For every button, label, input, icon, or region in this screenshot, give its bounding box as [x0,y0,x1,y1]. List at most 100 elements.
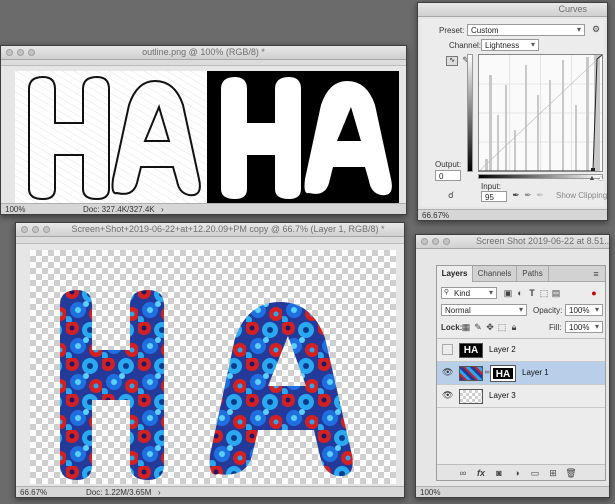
status-bar: 100% [416,486,609,497]
curves-window: Curves Preset: Custom ⚙ Channel: Lightne… [417,2,608,221]
white-point-slider-icon[interactable]: ▲ [597,173,605,185]
window-title: Screen+Shot+2019-06-22+at+12.20.09+PM co… [71,224,385,234]
output-label: Output: [435,160,462,169]
outline-letters-svg [28,75,201,201]
opacity-field[interactable]: 100% [565,304,603,316]
preset-select[interactable]: Custom [467,24,585,36]
layer-thumbnail: HA [459,343,483,358]
panel-footer: ∞ fx ◙ ◑ ▭ ⊞ 🗑︎ [437,464,605,480]
document-window: Screen+Shot+2019-06-22+at+12.20.09+PM co… [15,222,405,498]
canvas-outline[interactable] [15,71,399,203]
filter-toggle-icon[interactable]: ● [589,287,599,299]
eye-icon[interactable]: 👁︎ [442,390,453,401]
lock-position-icon[interactable]: ✥ [485,321,495,333]
ruler-top [1,60,406,66]
outline-letter-a [111,79,201,197]
tab-layers[interactable]: Layers [437,266,473,282]
preset-label: Preset: [439,26,465,35]
pixel-filter-icon[interactable]: ▣ [503,287,513,299]
show-clipping-label[interactable]: Show Clipping [556,191,607,200]
title-bar[interactable]: Screen Shot 2019-06-22 at 8.51... [416,235,609,249]
flower-letter-h [60,290,164,480]
gray-eyedropper-icon[interactable]: ✒ [523,189,533,201]
input-label: Input: [481,182,502,191]
layer-thumbnail [459,389,483,404]
doc-size[interactable]: Doc: 327.4K/327.4K [83,205,155,214]
black-eyedropper-icon[interactable]: ✒ [511,189,521,201]
title-bar[interactable]: Curves [418,3,607,17]
window-title: Curves [558,4,587,14]
settings-icon[interactable]: ⚙ [590,23,602,35]
fill-field[interactable]: 100% [565,321,603,333]
link-icon[interactable]: ∞ [484,367,490,379]
flower-letter-a [209,302,353,477]
point-curve-tool[interactable]: ∿ [446,56,458,66]
window-title: outline.png @ 100% (RGB/8) * [142,47,265,57]
opacity-label: Opacity: [533,306,563,315]
layer-name[interactable]: Layer 1 [522,368,549,377]
title-bar[interactable]: Screen+Shot+2019-06-22+at+12.20.09+PM co… [16,223,404,237]
panel-menu-icon[interactable]: ≡ [591,268,601,280]
outline-artboard [15,71,207,203]
tab-paths[interactable]: Paths [517,266,549,282]
doc-size[interactable]: Doc: 1.22M/3.65M [86,488,151,497]
desktop: { "outline_window": { "title": "outline.… [0,0,615,504]
lock-label: Lock: [441,323,463,332]
status-arrow-icon[interactable]: › [158,488,161,497]
trash-icon[interactable]: 🗑︎ [565,467,577,479]
blend-mode-select[interactable]: Normal [441,304,527,316]
layers-panel: Layers Channels Paths ≡ Kind ⚲ ▣ ◐ T ⬚ ▤… [436,265,606,481]
fx-icon[interactable]: fx [475,467,487,479]
outline-window: outline.png @ 100% (RGB/8) * 100% Doc: 3… [0,45,407,215]
status-bar: 66.67% [418,209,607,220]
layer-name[interactable]: Layer 3 [489,391,516,400]
mask-letter-a [304,81,392,196]
layer-list: HA Layer 2 👁︎ ∞ HA Layer 1 👁︎ Layer 3 [437,338,605,410]
smart-object-filter-icon[interactable]: ▤ [551,287,561,299]
layer-row-layer-3[interactable]: 👁︎ Layer 3 [437,385,605,408]
input-field[interactable]: 95 [481,191,507,202]
layer-row-layer-1[interactable]: 👁︎ ∞ HA Layer 1 [437,362,605,385]
lock-artboard-icon[interactable]: ⬚ [497,321,507,333]
group-icon[interactable]: ▭ [529,467,541,479]
white-eyedropper-icon[interactable]: ✒ [535,189,545,201]
layer-thumbnail [459,366,483,381]
layer-name[interactable]: Layer 2 [489,345,516,354]
type-filter-icon[interactable]: T [527,287,537,299]
mask-icon[interactable]: ◙ [493,467,505,479]
adjustment-icon[interactable]: ◑ [511,467,523,479]
zoom-level[interactable]: 100% [420,488,440,497]
canvas[interactable] [30,250,396,484]
tab-channels[interactable]: Channels [473,266,517,282]
outline-letter-h [28,75,110,201]
adjustment-filter-icon[interactable]: ◐ [515,287,525,299]
curves-graph[interactable] [478,54,603,172]
eye-icon[interactable]: 👁︎ [442,367,453,378]
black-point-slider-icon[interactable]: ▲ [588,173,596,185]
layers-window: Screen Shot 2019-06-22 at 8.51... Layers… [415,234,610,498]
layer-row-layer-2[interactable]: HA Layer 2 [437,339,605,362]
zoom-level[interactable]: 66.67% [422,211,449,220]
title-bar[interactable]: outline.png @ 100% (RGB/8) * [1,46,406,60]
lock-pixels-icon[interactable]: ✎ [473,321,483,333]
ruler-top [16,237,404,244]
curves-graph-svg [478,54,603,172]
target-adjust-icon[interactable]: ☌ [445,189,457,201]
channel-select[interactable]: Lightness [481,39,539,51]
zoom-level[interactable]: 66.67% [20,488,47,497]
link-layers-icon[interactable]: ∞ [457,467,469,479]
panel-tabs: Layers Channels Paths ≡ [437,266,605,282]
status-arrow-icon[interactable]: › [161,205,164,214]
lock-transparency-icon[interactable]: ▦ [461,321,471,333]
visibility-toggle[interactable] [442,344,453,355]
flower-letters-svg [60,290,353,480]
lock-all-icon[interactable]: 🔒︎ [509,321,519,333]
output-field[interactable]: 0 [435,170,461,181]
zoom-level[interactable]: 100% [5,205,25,214]
search-icon: ⚲ [443,289,450,296]
mask-thumbnail[interactable]: HA [490,365,516,382]
status-bar: 100% Doc: 327.4K/327.4K › [1,203,406,214]
new-layer-icon[interactable]: ⊞ [547,467,559,479]
curves-panel: Preset: Custom ⚙ Channel: Lightness ∿ ✎ [421,19,607,207]
shape-filter-icon[interactable]: ⬚ [539,287,549,299]
